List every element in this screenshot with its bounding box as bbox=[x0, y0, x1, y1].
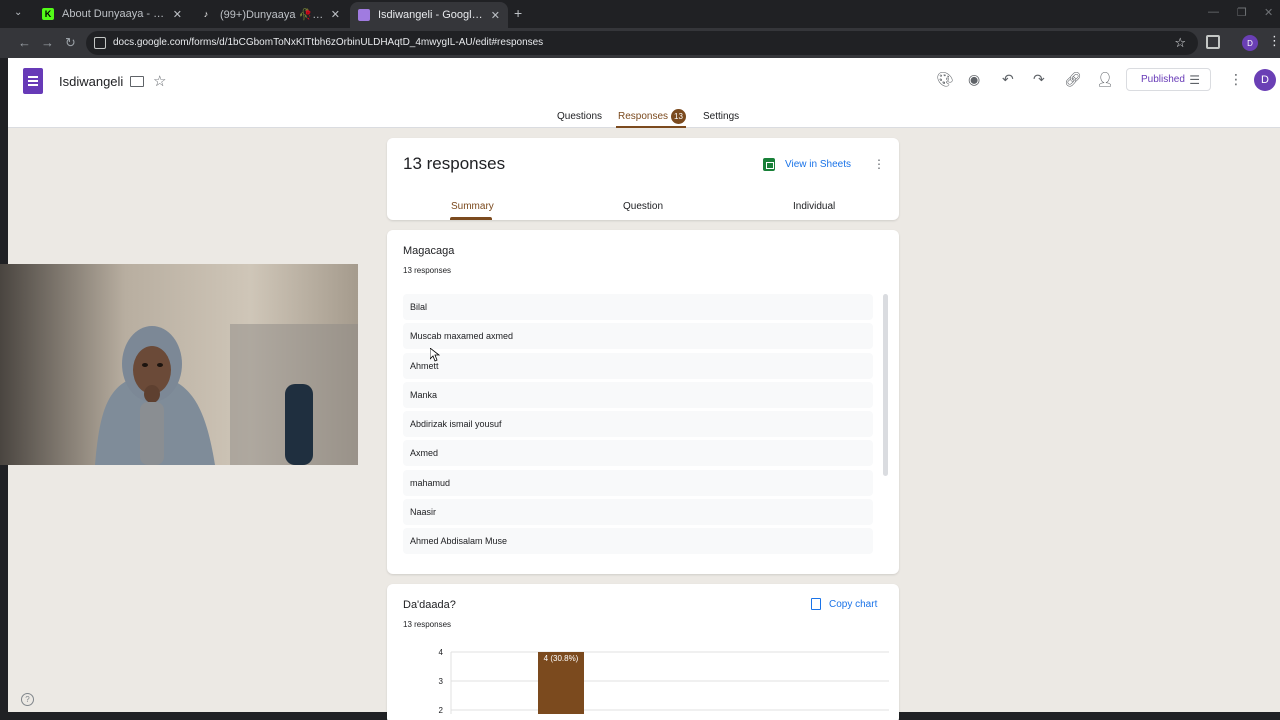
list-item: Abdirizak ismail yousuf bbox=[403, 411, 873, 438]
subtab-indicator bbox=[450, 217, 492, 220]
extensions-icon[interactable] bbox=[1206, 35, 1220, 49]
list-item: Manka bbox=[403, 381, 873, 408]
preview-eye-icon[interactable]: ◉ bbox=[968, 71, 980, 88]
maximize-icon[interactable]: ❐ bbox=[1237, 6, 1247, 19]
undo-icon[interactable]: ↶ bbox=[1002, 71, 1014, 88]
kick-icon: K bbox=[42, 8, 54, 20]
browser-tab-forms[interactable]: Isdiwangeli - Google Forms ✕ bbox=[350, 2, 508, 28]
close-tab-icon[interactable]: ✕ bbox=[173, 8, 182, 21]
reload-icon[interactable]: ↻ bbox=[65, 35, 76, 51]
close-window-icon[interactable]: ✕ bbox=[1264, 6, 1273, 19]
browser-profile-avatar[interactable]: D bbox=[1242, 35, 1258, 51]
tune-icon: ☰ bbox=[1189, 73, 1200, 87]
question-response-count: 13 responses bbox=[403, 620, 452, 629]
add-collaborator-icon[interactable]: 👤︎ bbox=[1096, 71, 1114, 88]
question-title: Da'daada? bbox=[403, 599, 456, 611]
new-tab-icon[interactable]: + bbox=[514, 5, 522, 21]
sheets-icon bbox=[763, 158, 775, 171]
response-count: 13 responses bbox=[403, 154, 506, 173]
subtab-summary[interactable]: Summary bbox=[451, 201, 494, 212]
responses-count-badge: 13 bbox=[671, 109, 686, 124]
answer-list-scrollbar[interactable] bbox=[883, 294, 888, 476]
browser-tab-kick[interactable]: K About Dunyaaya - Watch Live ✕ bbox=[34, 2, 190, 26]
list-item: mahamud bbox=[403, 469, 873, 496]
close-tab-icon[interactable]: ✕ bbox=[331, 8, 340, 21]
back-icon[interactable]: ← bbox=[18, 35, 31, 50]
site-info-icon[interactable] bbox=[94, 37, 106, 49]
list-item: Ahmett bbox=[403, 352, 873, 379]
forward-icon[interactable]: → bbox=[41, 35, 54, 50]
responses-summary-card: 13 responses View in Sheets ⋮ Summary Qu… bbox=[387, 138, 899, 220]
list-item: Ahmed Abdisalam Muse bbox=[403, 528, 873, 555]
view-in-sheets-button[interactable]: View in Sheets bbox=[763, 158, 851, 171]
list-item: Naasir bbox=[403, 499, 873, 526]
link-icon[interactable]: 🔗︎ bbox=[1064, 71, 1082, 88]
y-tick-label: 3 bbox=[439, 677, 444, 686]
redo-icon[interactable]: ↷ bbox=[1033, 71, 1045, 88]
responses-more-icon[interactable]: ⋮ bbox=[873, 157, 885, 171]
subtab-individual[interactable]: Individual bbox=[793, 201, 835, 212]
form-tabs: Questions Responses 13 Settings bbox=[8, 108, 1280, 128]
browser-menu-icon[interactable]: ⋮ bbox=[1268, 33, 1280, 49]
browser-toolbar: ← → ↻ docs.google.com/forms/d/1bCGbomToN… bbox=[0, 28, 1280, 58]
browser-tab-tiktok[interactable]: ♪ (99+)Dunyaaya 🥀 (@miss.day ✕ bbox=[192, 2, 348, 26]
question-title: Magacaga bbox=[403, 245, 455, 257]
browser-tab-strip: ⌄ K About Dunyaaya - Watch Live ✕ ♪ (99+… bbox=[0, 0, 1280, 28]
list-item: Axmed bbox=[403, 440, 873, 467]
webcam-video bbox=[0, 264, 358, 465]
forms-header: Isdiwangeli ☆ 🎨︎ ◉ ↶ ↷ 🔗︎ 👤︎ Published ☰… bbox=[8, 58, 1280, 128]
y-tick-label: 4 bbox=[439, 648, 444, 657]
webcam-overlay bbox=[0, 264, 358, 465]
forms-icon bbox=[358, 9, 370, 21]
age-bar-chart: 4 3 2 4 (30.8%) bbox=[439, 648, 889, 714]
tab-settings[interactable]: Settings bbox=[703, 111, 739, 122]
question-response-count: 13 responses bbox=[403, 266, 452, 275]
move-to-folder-icon[interactable] bbox=[130, 76, 144, 87]
published-button[interactable]: Published ☰ bbox=[1126, 68, 1211, 91]
tab-search-icon[interactable]: ⌄ bbox=[14, 7, 22, 18]
bookmark-star-icon[interactable]: ☆ bbox=[1174, 35, 1186, 51]
address-bar[interactable]: docs.google.com/forms/d/1bCGbomToNxKITtb… bbox=[86, 31, 1198, 55]
mouse-cursor-icon bbox=[430, 348, 440, 362]
url-text: docs.google.com/forms/d/1bCGbomToNxKITtb… bbox=[113, 37, 544, 48]
tab-questions[interactable]: Questions bbox=[557, 111, 602, 122]
list-item: Muscab maxamed axmed bbox=[403, 323, 873, 350]
close-tab-icon[interactable]: ✕ bbox=[491, 9, 500, 22]
question-card-dadaada: Da'daada? 13 responses Copy chart 4 3 2 … bbox=[387, 584, 899, 720]
palette-icon[interactable]: 🎨︎ bbox=[936, 71, 954, 88]
more-options-icon[interactable]: ⋮ bbox=[1229, 71, 1243, 88]
question-card-magacaga: Magacaga 13 responses Bilal Muscab maxam… bbox=[387, 230, 899, 574]
tab-responses[interactable]: Responses bbox=[618, 111, 668, 122]
forms-logo-icon[interactable] bbox=[23, 68, 43, 94]
answer-list[interactable]: Bilal Muscab maxamed axmed Ahmett Manka … bbox=[403, 294, 873, 558]
tiktok-icon: ♪ bbox=[203, 9, 209, 19]
minimize-icon[interactable]: — bbox=[1208, 6, 1219, 18]
copy-icon bbox=[811, 598, 821, 610]
copy-chart-button[interactable]: Copy chart bbox=[811, 598, 877, 610]
account-avatar[interactable]: D bbox=[1254, 69, 1276, 91]
list-item: Bilal bbox=[403, 294, 873, 320]
star-icon[interactable]: ☆ bbox=[153, 72, 166, 90]
bar-data-label: 4 (30.8%) bbox=[544, 654, 579, 663]
subtab-question[interactable]: Question bbox=[623, 201, 663, 212]
y-tick-label: 2 bbox=[439, 706, 444, 714]
help-icon[interactable]: ? bbox=[21, 693, 34, 706]
form-title[interactable]: Isdiwangeli bbox=[59, 74, 123, 89]
